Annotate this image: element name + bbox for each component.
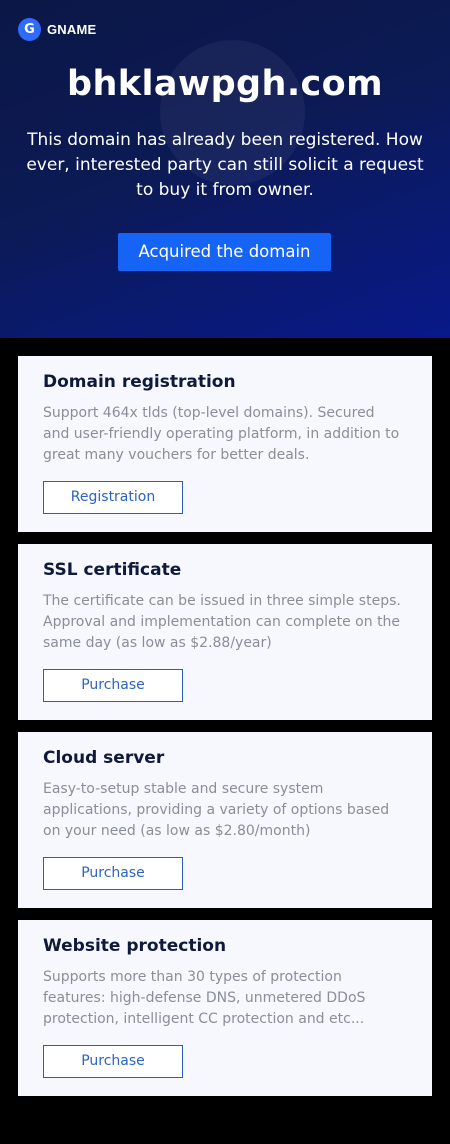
gname-logo-icon: G	[18, 18, 41, 41]
purchase-ssl-button[interactable]: Purchase	[43, 669, 183, 702]
service-description-line: The certificate can be issued in three s…	[43, 593, 401, 609]
service-description: Easy-to-setup stable and secure system a…	[43, 779, 407, 842]
service-description-line: Easy-to-setup stable and secure system	[43, 781, 324, 797]
acquire-domain-button[interactable]: Acquired the domain	[118, 233, 331, 271]
service-description-line: same day (as low as $2.88/year)	[43, 635, 272, 651]
service-description-line: features: high-defense DNS, unmetered DD…	[43, 990, 366, 1006]
service-title: Domain registration	[43, 372, 236, 392]
service-description-line: great many vouchers for better deals.	[43, 447, 310, 463]
service-description-line: Supports more than 30 types of protectio…	[43, 969, 342, 985]
hero-banner: G GNAME bhklawpgh.com This domain has al…	[0, 0, 450, 338]
service-card-website-protection: Website protection Supports more than 30…	[18, 920, 432, 1096]
purchase-website-protection-button[interactable]: Purchase	[43, 1045, 183, 1078]
brand-name: GNAME	[47, 22, 97, 37]
service-description-line: Approval and implementation can complete…	[43, 614, 401, 630]
service-card-ssl-certificate: SSL certificate The certificate can be i…	[18, 544, 432, 720]
service-description-line: Support 464x tlds (top-level domains). S…	[43, 405, 375, 421]
service-description-line: and user-friendly operating platform, in…	[43, 426, 400, 442]
domain-title: bhklawpgh.com	[67, 64, 383, 104]
service-title: Website protection	[43, 936, 227, 956]
registration-button[interactable]: Registration	[43, 481, 183, 514]
service-description-line: on your need (as low as $2.80/month)	[43, 823, 311, 839]
service-description-line: protection, intelligent CC protection an…	[43, 1011, 365, 1027]
brand-header[interactable]: G GNAME	[18, 18, 96, 41]
registered-message-line: ever, interested party can still solicit…	[26, 155, 424, 175]
registered-message-line: to buy it from owner.	[136, 180, 314, 200]
service-description-line: applications, providing a variety of opt…	[43, 802, 390, 818]
service-description: Support 464x tlds (top-level domains). S…	[43, 403, 407, 466]
service-title: Cloud server	[43, 748, 165, 768]
service-card-domain-registration: Domain registration Support 464x tlds (t…	[18, 356, 432, 532]
registered-message: This domain has already been registered.…	[22, 128, 428, 203]
service-card-cloud-server: Cloud server Easy-to-setup stable and se…	[18, 732, 432, 908]
purchase-cloud-server-button[interactable]: Purchase	[43, 857, 183, 890]
service-description: Supports more than 30 types of protectio…	[43, 967, 407, 1030]
service-description: The certificate can be issued in three s…	[43, 591, 407, 654]
service-title: SSL certificate	[43, 560, 182, 580]
registered-message-line: This domain has already been registered.…	[27, 130, 423, 150]
